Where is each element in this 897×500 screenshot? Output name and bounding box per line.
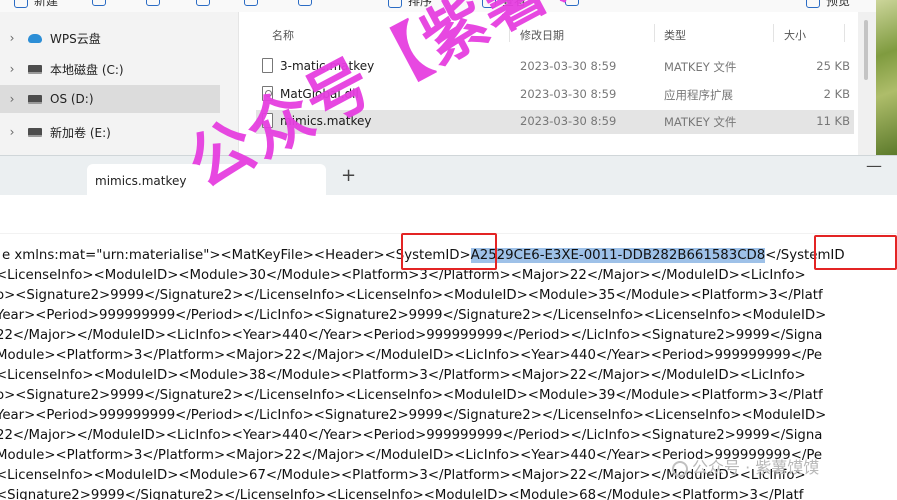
code-line: 22</Major></ModuleID><LicInfo><Year>440<…	[0, 328, 823, 343]
drive-icon	[28, 127, 42, 137]
cut-button[interactable]	[92, 0, 106, 6]
cloud-icon	[28, 33, 42, 43]
code-line: Year><Period>999999999</Period></LicInfo…	[0, 408, 827, 423]
rename-icon	[244, 0, 258, 6]
share-icon	[298, 0, 312, 6]
selected-text: A2529CE6-E3XE-0011-DDB282B661583CD8	[470, 248, 766, 263]
notepad-window: mimics.matkey + — e xmlns:mat="urn:mater…	[0, 155, 897, 500]
file-date: 2023-03-30 8:59	[520, 114, 617, 128]
chevron-right-icon[interactable]: ›	[2, 92, 22, 106]
scroll-thumb[interactable]	[864, 20, 868, 80]
file-size: 11 KB	[816, 114, 850, 128]
column-size[interactable]: 大小	[784, 27, 806, 43]
drive-icon	[28, 64, 42, 74]
nav-item-wps-cloud[interactable]: › WPS云盘	[0, 24, 220, 52]
paste-icon	[196, 0, 210, 6]
desktop-wallpaper	[876, 0, 897, 155]
nav-item-drive-d[interactable]: › OS (D:)	[0, 85, 220, 113]
chevron-right-icon[interactable]: ›	[2, 62, 22, 76]
cut-icon	[92, 0, 106, 6]
nav-item-drive-c[interactable]: › 本地磁盘 (C:)	[0, 55, 220, 83]
chevron-right-icon[interactable]: ›	[2, 125, 22, 139]
drive-icon	[28, 94, 42, 104]
file-size: 25 KB	[816, 59, 850, 73]
code-line: Year><Period>999999999</Period></LicInfo…	[0, 308, 827, 323]
file-date: 2023-03-30 8:59	[520, 87, 617, 101]
menu-bar	[0, 195, 897, 234]
file-type: 应用程序扩展	[664, 88, 733, 102]
watermark-badge: 公众号 · 紫薯馍馍	[672, 454, 819, 478]
file-type: MATKEY 文件	[664, 60, 737, 74]
rename-button[interactable]	[244, 0, 258, 6]
column-divider[interactable]	[773, 24, 774, 42]
annotation-box-systemid-open	[401, 233, 497, 270]
file-date: 2023-03-30 8:59	[520, 59, 617, 73]
file-type: MATKEY 文件	[664, 115, 737, 129]
paste-button[interactable]	[196, 0, 210, 6]
annotation-box-systemid-close	[814, 235, 897, 270]
tab-bar: mimics.matkey + —	[0, 155, 897, 196]
vertical-scrollbar[interactable]	[858, 12, 876, 155]
minimize-button[interactable]: —	[866, 156, 882, 175]
column-name[interactable]: 名称	[272, 27, 294, 43]
preview-icon	[806, 0, 820, 8]
new-tab-button[interactable]: +	[341, 166, 356, 186]
copy-icon	[146, 0, 160, 6]
new-icon	[14, 0, 28, 8]
column-divider[interactable]	[654, 24, 655, 42]
code-line: 22</Major></ModuleID><LicInfo><Year>440<…	[0, 428, 823, 443]
wechat-icon	[672, 460, 688, 477]
tab-title: mimics.matkey	[95, 174, 187, 188]
preview-button[interactable]: 预览	[806, 0, 850, 9]
code-line: <Signature2>9999</Signature2></LicenseIn…	[0, 488, 804, 500]
share-button[interactable]	[298, 0, 312, 6]
copy-button[interactable]	[146, 0, 160, 6]
code-line: Module><Platform>3</Platform><Major>22</…	[0, 348, 823, 363]
code-line: o><Signature2>9999</Signature2></License…	[0, 388, 823, 403]
sort-icon	[388, 0, 402, 8]
column-divider[interactable]	[844, 24, 845, 42]
column-type[interactable]: 类型	[664, 27, 686, 43]
code-line: <LicenseInfo><ModuleID><Module>38</Modul…	[0, 368, 806, 383]
file-icon	[262, 58, 273, 73]
new-button[interactable]: 新建	[14, 0, 58, 9]
code-line: o><Signature2>9999</Signature2></License…	[0, 288, 823, 303]
chevron-right-icon[interactable]: ›	[2, 31, 22, 45]
file-size: 2 KB	[823, 87, 850, 101]
